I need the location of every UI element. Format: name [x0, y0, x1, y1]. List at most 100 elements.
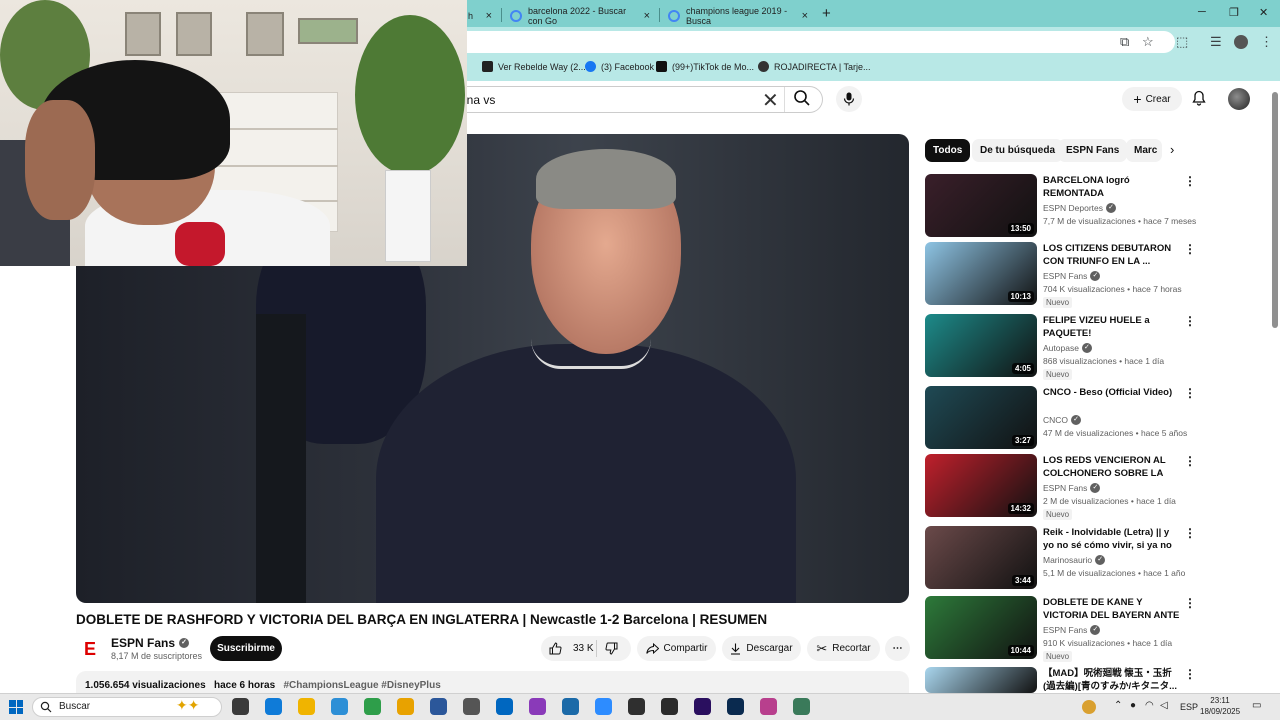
more-vertical-icon[interactable]: ⋮	[1184, 314, 1196, 328]
more-vertical-icon[interactable]: ⋮	[1184, 174, 1196, 188]
chrome-icon[interactable]	[364, 698, 381, 715]
rec-title[interactable]: LOS CITIZENS DEBUTARON CON TRIUNFO EN LA…	[1043, 242, 1181, 268]
app-icon[interactable]	[760, 698, 777, 715]
rec-channel[interactable]: ESPN Fans ✓	[1043, 625, 1101, 635]
rec-thumbnail[interactable]: 13:50	[925, 174, 1037, 237]
rec-thumbnail[interactable]: 3:27	[925, 386, 1037, 449]
microphone-tray-icon[interactable]: ●	[1130, 700, 1136, 711]
clear-search-icon[interactable]: ✕	[762, 88, 779, 113]
rec-thumbnail[interactable]: 14:32	[925, 454, 1037, 517]
share-button[interactable]: Compartir	[637, 636, 716, 661]
voice-search-button[interactable]	[836, 86, 862, 112]
photoshop-icon[interactable]	[727, 698, 744, 715]
clip-button[interactable]: ✂ Recortar	[807, 636, 880, 661]
restore-icon[interactable]: ❐	[1229, 6, 1239, 19]
file-explorer-icon[interactable]	[298, 698, 315, 715]
rec-title[interactable]: FELIPE VIZEU HUELE a PAQUETE!	[1043, 314, 1181, 340]
windows-start-icon[interactable]	[9, 700, 23, 714]
rec-thumbnail[interactable]: 10:13	[925, 242, 1037, 305]
more-vertical-icon[interactable]: ⋮	[1184, 242, 1196, 256]
subscribe-button[interactable]: Suscribirme	[210, 636, 282, 661]
system-clock[interactable]: 23:11 18/09/2025	[1200, 695, 1240, 717]
reading-list-icon[interactable]: ☰	[1210, 34, 1222, 50]
create-button[interactable]: + Crear	[1122, 87, 1182, 111]
rec-channel[interactable]: CNCO ✓	[1043, 415, 1082, 425]
bookmark-label: (3) Facebook	[601, 61, 655, 72]
more-actions-button[interactable]: ⋯	[885, 636, 910, 661]
bookmark-2[interactable]: (3) Facebook	[585, 61, 654, 72]
window-close-icon[interactable]: ✕	[1259, 6, 1268, 19]
rec-thumbnail[interactable]	[925, 667, 1037, 693]
premiere-icon[interactable]	[694, 698, 711, 715]
app-icon[interactable]	[496, 698, 513, 715]
zoom-icon[interactable]	[595, 698, 612, 715]
rec-title[interactable]: 【MAD】呪術廻戦 懐玉・玉折(過去編)[青のすみか/キタニタ...	[1043, 667, 1181, 693]
rec-channel[interactable]: ESPN Deportes ✓	[1043, 203, 1116, 213]
rec-thumbnail[interactable]: 3:44	[925, 526, 1037, 589]
channel-name[interactable]: ESPN Fans ✓	[111, 636, 190, 650]
word-icon[interactable]	[430, 698, 447, 715]
rec-title[interactable]: LOS REDS VENCIERON AL COLCHONERO SOBRE L…	[1043, 454, 1181, 480]
obs-icon[interactable]	[661, 698, 678, 715]
more-vertical-icon[interactable]: ⋮	[1184, 526, 1196, 540]
install-app-icon[interactable]: ⧉	[1120, 34, 1129, 50]
rec-channel[interactable]: Autopase ✓	[1043, 343, 1092, 353]
profile-icon[interactable]	[1234, 35, 1248, 49]
task-view-icon[interactable]	[232, 698, 249, 715]
chrome-icon[interactable]	[397, 698, 414, 715]
bookmark-3[interactable]: (99+)TikTok de Mo...	[656, 61, 754, 72]
notifications-icon[interactable]	[1192, 90, 1206, 106]
game-icon[interactable]	[463, 698, 480, 715]
thumbs-down-icon[interactable]	[605, 642, 618, 655]
store-icon[interactable]	[331, 698, 348, 715]
rec-thumbnail[interactable]: 4:05	[925, 314, 1037, 377]
more-vertical-icon[interactable]: ⋮	[1184, 596, 1196, 610]
rec-title[interactable]: CNCO - Beso (Official Video)	[1043, 386, 1181, 399]
rec-thumbnail[interactable]: 10:44	[925, 596, 1037, 659]
account-avatar[interactable]	[1228, 88, 1250, 110]
download-button[interactable]: Descargar	[722, 636, 801, 661]
rec-title[interactable]: Reik - Inolvidable (Letra) || y yo no sé…	[1043, 526, 1181, 552]
chrome-icon[interactable]	[793, 698, 810, 715]
chip-related[interactable]: De tu búsqueda	[972, 139, 1064, 162]
new-tab-button[interactable]: +	[822, 5, 831, 22]
weather-icon[interactable]	[1082, 700, 1096, 714]
media-icon[interactable]	[628, 698, 645, 715]
hashtags[interactable]: #ChampionsLeague #DisneyPlus	[283, 680, 440, 691]
rec-title[interactable]: BARCELONA logró REMONTADA ESPECTUCULAR..…	[1043, 174, 1181, 200]
tab-2[interactable]: barcelona 2022 - Buscar con Go ×	[502, 4, 658, 27]
rec-channel[interactable]: ESPN Fans ✓	[1043, 483, 1101, 493]
close-icon[interactable]: ×	[480, 10, 492, 22]
bookmark-star-icon[interactable]: ☆	[1142, 34, 1154, 50]
notification-center-icon[interactable]: ▭	[1252, 700, 1261, 711]
scrollbar[interactable]	[1272, 92, 1278, 328]
rec-channel[interactable]: Marinosaurio ✓	[1043, 555, 1106, 565]
chip-marca[interactable]: Marc	[1126, 139, 1162, 162]
rec-channel[interactable]: ESPN Fans ✓	[1043, 271, 1101, 281]
rec-title[interactable]: DOBLETE DE KANE Y VICTORIA DEL BAYERN AN…	[1043, 596, 1181, 622]
more-vertical-icon[interactable]: ⋮	[1184, 667, 1196, 681]
chevron-right-icon[interactable]: ›	[1170, 142, 1174, 157]
wifi-icon[interactable]: ◠	[1145, 700, 1154, 711]
close-icon[interactable]: ×	[796, 10, 808, 22]
chevron-up-icon[interactable]: ⌃	[1114, 700, 1122, 711]
menu-icon[interactable]: ⋮	[1260, 34, 1273, 50]
language-indicator[interactable]: ESP	[1180, 702, 1198, 712]
close-icon[interactable]: ×	[638, 10, 650, 22]
minimize-icon[interactable]: ─	[1198, 6, 1206, 18]
more-vertical-icon[interactable]: ⋮	[1184, 454, 1196, 468]
tab-3[interactable]: champions league 2019 - Busca ×	[660, 4, 816, 27]
edge-icon[interactable]	[265, 698, 282, 715]
search-icon[interactable]	[793, 89, 811, 107]
more-vertical-icon[interactable]: ⋮	[1184, 386, 1196, 400]
app-icon[interactable]	[529, 698, 546, 715]
bookmark-4[interactable]: ROJADIRECTA | Tarje...	[758, 61, 871, 72]
chip-channel[interactable]: ESPN Fans	[1058, 139, 1128, 162]
bookmark-1[interactable]: Ver Rebelde Way (2...	[482, 61, 586, 72]
extensions-icon[interactable]: ⬚	[1176, 34, 1188, 50]
address-bar[interactable]	[440, 31, 1175, 53]
channel-avatar[interactable]: E	[78, 637, 102, 661]
steam-icon[interactable]	[562, 698, 579, 715]
chip-all[interactable]: Todos	[925, 139, 971, 162]
volume-icon[interactable]: ◁	[1160, 700, 1168, 711]
